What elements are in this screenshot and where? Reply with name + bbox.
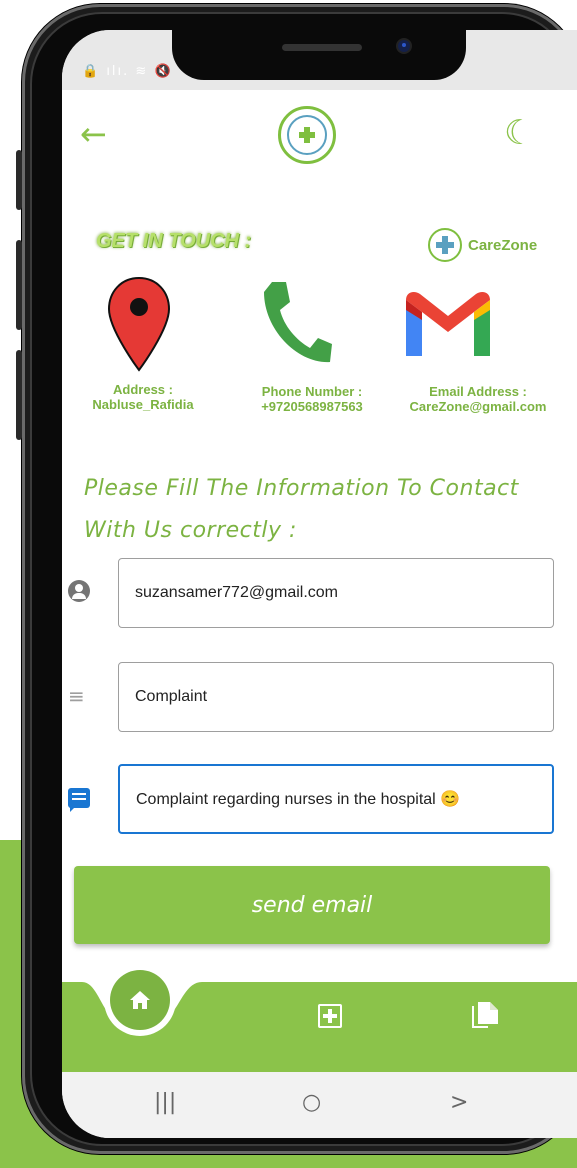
- recent-apps-button[interactable]: |||: [154, 1090, 176, 1115]
- notch: [172, 30, 466, 80]
- gmail-icon[interactable]: [402, 290, 494, 360]
- address-label: Address :: [113, 382, 173, 397]
- intro-text: Please Fill The Information To Contact W…: [84, 468, 554, 552]
- brand: CareZone: [428, 228, 537, 262]
- phone-call-icon[interactable]: [258, 278, 334, 368]
- back-arrow-icon[interactable]: ←: [80, 118, 107, 150]
- get-in-touch-heading: GET IN TOUCH :: [96, 230, 252, 252]
- email-label: Email Address :: [429, 384, 527, 399]
- subject-field-value: Complaint: [135, 688, 208, 705]
- person-icon: [68, 580, 90, 602]
- side-button-silent: [16, 150, 22, 210]
- subject-field[interactable]: Complaint: [118, 662, 554, 732]
- phone-value: +9720568987563: [261, 399, 363, 414]
- message-field-value: Complaint regarding nurses in the hospit…: [136, 791, 461, 808]
- intro-line-1: Please Fill The Information To Contact: [84, 476, 519, 501]
- nav-add-icon[interactable]: [318, 1004, 342, 1028]
- send-email-button[interactable]: send email: [74, 866, 550, 944]
- message-field[interactable]: Complaint regarding nurses in the hospit…: [118, 764, 554, 834]
- phone-label: Phone Number :: [261, 384, 363, 399]
- speaker-grille: [282, 44, 362, 51]
- email-info: Email Address : CareZone@gmail.com: [388, 384, 568, 414]
- address-value: Nabluse_Rafidia: [92, 397, 194, 412]
- nav-home-button[interactable]: [110, 970, 170, 1030]
- intro-line-2: With Us correctly :: [84, 518, 297, 543]
- notes-icon: ≡: [68, 684, 85, 708]
- system-home-button[interactable]: ○: [302, 1090, 321, 1115]
- medical-cross-icon: [299, 127, 315, 143]
- address-info: Address : Nabluse_Rafidia: [68, 382, 218, 412]
- system-navigation-bar: ||| ○ >: [62, 1072, 577, 1138]
- email-field-value: suzansamer772@gmail.com: [135, 584, 338, 601]
- logo-ring: [287, 115, 327, 155]
- email-field[interactable]: suzansamer772@gmail.com: [118, 558, 554, 628]
- status-icons: 🔒 ılı. ≋ 🔇: [82, 64, 173, 79]
- nav-documents-icon[interactable]: [470, 1000, 500, 1030]
- front-camera: [398, 40, 410, 52]
- home-icon: [130, 991, 150, 1009]
- brand-logo-icon: [428, 228, 462, 262]
- location-pin-icon[interactable]: [106, 276, 172, 372]
- system-back-button[interactable]: >: [450, 1090, 468, 1115]
- app-screen: 🔒 ılı. ≋ 🔇 ← ☾ GET IN TOUCH : CareZone A…: [62, 30, 577, 1138]
- message-icon: [68, 788, 90, 812]
- dark-mode-icon[interactable]: ☾: [504, 116, 534, 150]
- email-value: CareZone@gmail.com: [409, 399, 547, 414]
- brand-name: CareZone: [468, 236, 538, 254]
- carezone-logo: [278, 106, 336, 164]
- phone-info: Phone Number : +9720568987563: [222, 384, 402, 414]
- side-button-volume-down: [16, 350, 22, 440]
- side-button-volume-up: [16, 240, 22, 330]
